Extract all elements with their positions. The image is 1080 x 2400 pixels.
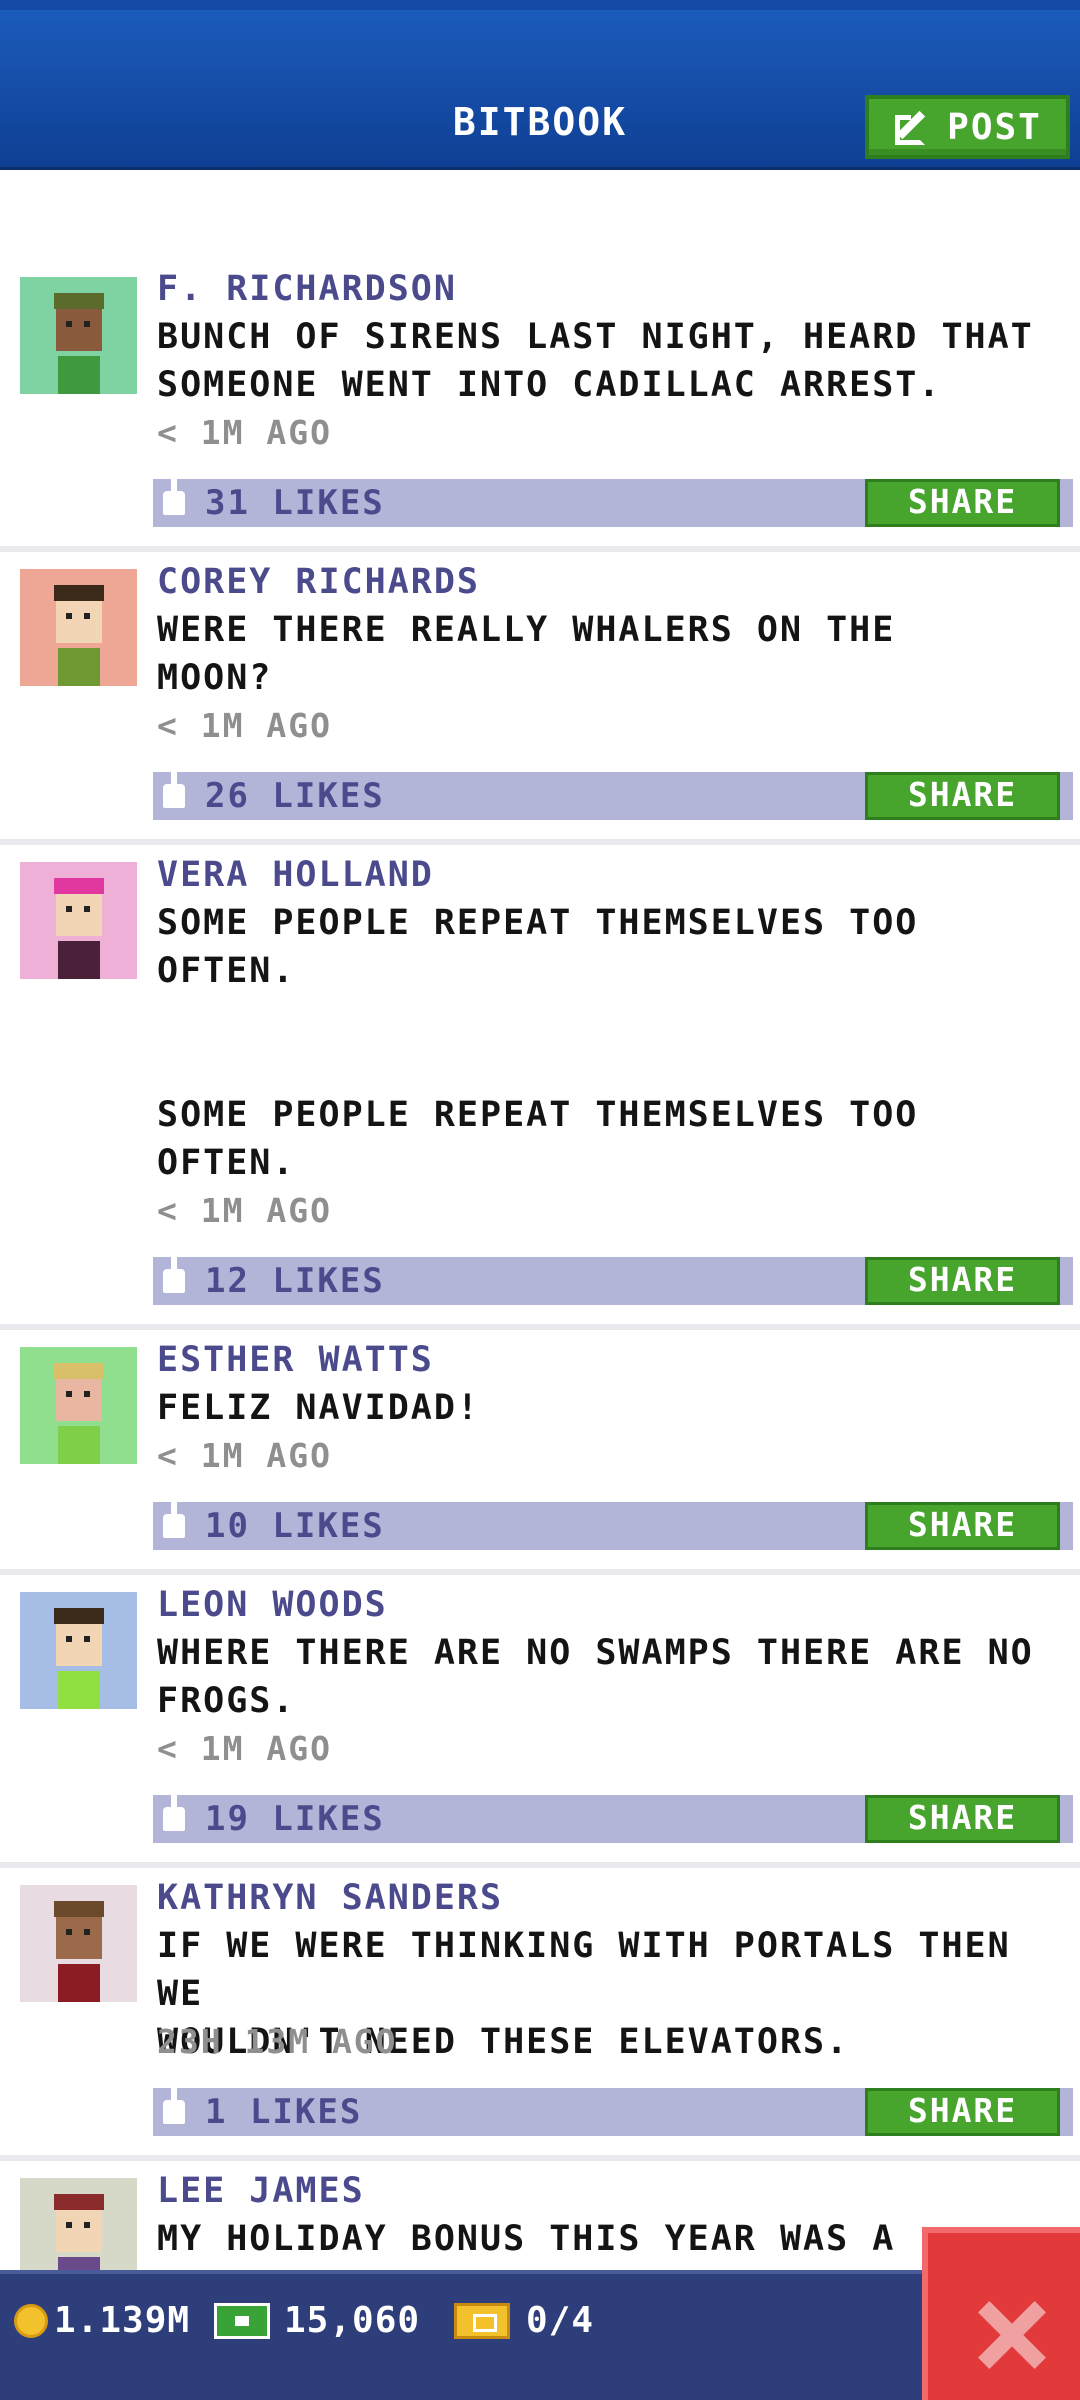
post-author[interactable]: VERA HOLLAND: [157, 855, 434, 895]
bux-stat: 15,060: [214, 2300, 420, 2341]
post-text: FELIZ NAVIDAD!: [157, 1388, 481, 1428]
likes-count: 1 LIKES: [205, 2092, 363, 2132]
app-header: BITBOOK POST: [0, 0, 1080, 170]
thumbs-up-icon: [163, 1502, 185, 1538]
share-button[interactable]: SHARE: [865, 2088, 1060, 2136]
thumbs-up-icon: [163, 772, 185, 808]
post-time: 23H 13M AGO: [157, 2022, 398, 2061]
post-author[interactable]: COREY RICHARDS: [157, 562, 480, 602]
post-author[interactable]: KATHRYN SANDERS: [157, 1878, 503, 1918]
likes-count: 26 LIKES: [205, 776, 385, 816]
post-item: F. RICHARDSON BUNCH OF SIRENS LAST NIGHT…: [0, 173, 1080, 552]
avatar[interactable]: [20, 1885, 137, 2002]
post-item: LEE JAMES MY HOLIDAY BONUS THIS YEAR WAS…: [0, 2161, 1080, 2270]
post-author[interactable]: LEE JAMES: [157, 2171, 365, 2211]
thumbs-up-icon: [163, 1795, 185, 1831]
coins-value: 1.139M: [54, 2300, 191, 2341]
avatar[interactable]: [20, 277, 137, 394]
coins-stat: 1.139M: [14, 2300, 190, 2341]
edit-icon: [893, 107, 933, 147]
ticket-icon: [454, 2302, 510, 2339]
avatar[interactable]: [20, 2178, 137, 2270]
share-button[interactable]: SHARE: [865, 772, 1060, 820]
status-bar: 1.139M 15,060 0/4: [0, 2270, 1080, 2400]
coin-icon: [14, 2303, 48, 2338]
post-author[interactable]: ESTHER WATTS: [157, 1340, 434, 1380]
avatar[interactable]: [20, 569, 137, 686]
tickets-stat: 0/4: [454, 2300, 594, 2341]
post-item: VERA HOLLAND SOME PEOPLE REPEAT THEMSELV…: [0, 845, 1080, 1330]
post-time: < 1M AGO: [157, 1729, 332, 1768]
post-author[interactable]: LEON WOODS: [157, 1585, 388, 1625]
thumbs-up-icon: [163, 479, 185, 515]
share-button[interactable]: SHARE: [865, 1795, 1060, 1843]
thumbs-up-icon: [163, 1257, 185, 1293]
post-text: WHERE THERE ARE NO SWAMPS THERE ARE NO F…: [157, 1633, 1034, 1721]
post-item: LEON WOODS WHERE THERE ARE NO SWAMPS THE…: [0, 1575, 1080, 1868]
bux-value: 15,060: [284, 2300, 421, 2341]
post-time: < 1M AGO: [157, 1436, 332, 1475]
post-item: ESTHER WATTS FELIZ NAVIDAD! < 1M AGO 10 …: [0, 1330, 1080, 1575]
avatar[interactable]: [20, 1347, 137, 1464]
post-time: < 1M AGO: [157, 1191, 332, 1230]
post-author[interactable]: F. RICHARDSON: [157, 269, 457, 309]
avatar[interactable]: [20, 1592, 137, 1709]
post-text: WERE THERE REALLY WHALERS ON THE MOON?: [157, 610, 896, 698]
tickets-value: 0/4: [526, 2300, 595, 2341]
post-button[interactable]: POST: [865, 95, 1070, 159]
close-button[interactable]: [922, 2227, 1080, 2400]
cash-icon: [214, 2302, 270, 2339]
likes-count: 10 LIKES: [205, 1506, 385, 1546]
post-time: < 1M AGO: [157, 706, 332, 745]
thumbs-up-icon: [163, 2088, 185, 2124]
avatar[interactable]: [20, 862, 137, 979]
post-item: COREY RICHARDS WERE THERE REALLY WHALERS…: [0, 552, 1080, 845]
post-text: SOME PEOPLE REPEAT THEMSELVES TOO OFTEN.…: [157, 903, 919, 1183]
likes-count: 12 LIKES: [205, 1261, 385, 1301]
post-item: KATHRYN SANDERS IF WE WERE THINKING WITH…: [0, 1868, 1080, 2161]
share-button[interactable]: SHARE: [865, 1502, 1060, 1550]
post-time: < 1M AGO: [157, 413, 332, 452]
likes-count: 31 LIKES: [205, 483, 385, 523]
share-button[interactable]: SHARE: [865, 1257, 1060, 1305]
likes-count: 19 LIKES: [205, 1799, 385, 1839]
post-text: BUNCH OF SIRENS LAST NIGHT, HEARD THAT S…: [157, 317, 1034, 405]
post-button-label: POST: [947, 106, 1042, 148]
feed[interactable]: F. RICHARDSON BUNCH OF SIRENS LAST NIGHT…: [0, 173, 1080, 2270]
share-button[interactable]: SHARE: [865, 479, 1060, 527]
